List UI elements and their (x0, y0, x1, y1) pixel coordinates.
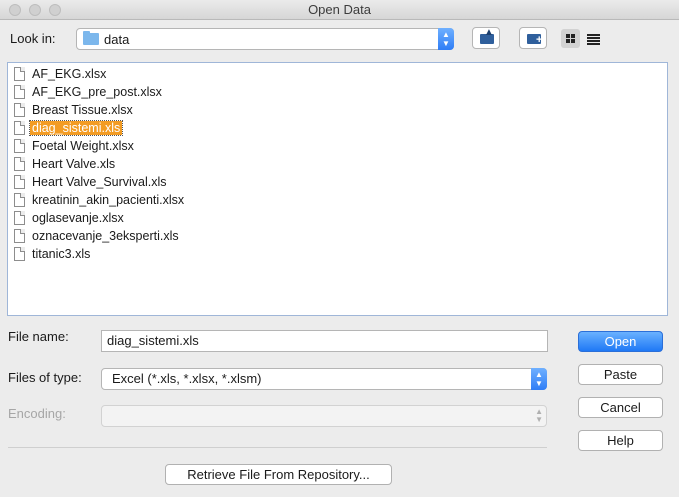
retrieve-from-repository-button[interactable]: Retrieve File From Repository... (165, 464, 392, 485)
folder-icon (83, 31, 99, 45)
help-button[interactable]: Help (578, 430, 663, 451)
plus-icon: + (536, 34, 543, 46)
file-item[interactable]: Heart Valve_Survival.xls (12, 174, 167, 191)
file-name: oglasevanje.xlsx (32, 211, 124, 225)
separator (8, 447, 547, 448)
file-item-selected[interactable]: diag_sistemi.xls (12, 120, 124, 137)
list-view-button[interactable] (584, 29, 603, 48)
file-name: kreatinin_akin_pacienti.xlsx (32, 193, 185, 207)
file-item[interactable]: kreatinin_akin_pacienti.xlsx (12, 192, 184, 209)
grid-view-button[interactable] (561, 29, 580, 48)
file-item[interactable]: Breast Tissue.xlsx (12, 102, 133, 119)
file-list[interactable]: AF_EKG.xlsx AF_EKG_pre_post.xlsx Breast … (7, 62, 668, 316)
document-icon (14, 139, 25, 153)
document-icon (14, 121, 25, 135)
file-item[interactable]: AF_EKG.xlsx (12, 66, 106, 83)
list-view-icon (587, 34, 600, 36)
create-new-folder-button[interactable]: + (519, 27, 547, 49)
file-name-input[interactable]: diag_sistemi.xls (101, 330, 548, 352)
title-bar: Open Data (0, 0, 679, 20)
file-name: diag_sistemi.xls (28, 120, 124, 136)
file-item[interactable]: Foetal Weight.xlsx (12, 138, 134, 155)
file-name: Foetal Weight.xlsx (32, 139, 134, 153)
look-in-combo[interactable]: data ▲ ▼ (76, 28, 454, 50)
document-icon (14, 175, 25, 189)
paste-button[interactable]: Paste (578, 364, 663, 385)
look-in-label: Look in: (10, 31, 56, 46)
file-name: oznacevanje_3eksperti.xls (32, 229, 179, 243)
file-name: Heart Valve.xls (32, 157, 116, 171)
grid-view-icon (571, 39, 575, 43)
file-item[interactable]: Heart Valve.xls (12, 156, 115, 173)
document-icon (14, 67, 25, 81)
encoding-select[interactable]: ▲ ▼ (101, 405, 547, 427)
list-view-icon (587, 40, 600, 42)
files-of-type-value: Excel (*.xls, *.xlsx, *.xlsm) (112, 371, 262, 386)
file-name: AF_EKG_pre_post.xlsx (32, 85, 162, 99)
document-icon (14, 247, 25, 261)
document-icon (14, 157, 25, 171)
file-name: titanic3.xls (32, 247, 91, 261)
look-in-value: data (104, 32, 130, 47)
open-data-dialog: Open Data Look in: data ▲ ▼ ▲ + AF_EKG.xl… (0, 0, 679, 497)
up-one-level-button[interactable]: ▲ (472, 27, 500, 49)
file-name-label: File name: (8, 329, 69, 344)
list-view-icon (587, 43, 600, 45)
open-button[interactable]: Open (578, 331, 663, 352)
document-icon (14, 103, 25, 117)
file-item[interactable]: AF_EKG_pre_post.xlsx (12, 84, 162, 101)
document-icon (14, 85, 25, 99)
list-view-icon (587, 37, 600, 39)
file-item[interactable]: oznacevanje_3eksperti.xls (12, 228, 179, 245)
document-icon (14, 211, 25, 225)
file-name: AF_EKG.xlsx (32, 67, 107, 81)
files-of-type-select[interactable]: Excel (*.xls, *.xlsx, *.xlsm) ▲ ▼ (101, 368, 547, 390)
up-down-chevron-icon: ▲ ▼ (535, 407, 543, 424)
document-icon (14, 229, 25, 243)
cancel-button[interactable]: Cancel (578, 397, 663, 418)
up-down-chevron-icon: ▲ ▼ (531, 368, 547, 390)
file-name: Breast Tissue.xlsx (32, 103, 133, 117)
files-of-type-label: Files of type: (8, 370, 82, 385)
up-arrow-icon: ▲ (484, 27, 494, 38)
file-item[interactable]: oglasevanje.xlsx (12, 210, 124, 227)
up-down-chevron-icon: ▲ ▼ (438, 28, 454, 50)
window-title: Open Data (308, 2, 371, 17)
encoding-label: Encoding: (8, 406, 66, 421)
file-item[interactable]: titanic3.xls (12, 246, 90, 263)
grid-view-icon (566, 34, 570, 38)
grid-view-icon (571, 34, 575, 38)
file-name: Heart Valve_Survival.xls (32, 175, 167, 189)
grid-view-icon (566, 39, 570, 43)
document-icon (14, 193, 25, 207)
